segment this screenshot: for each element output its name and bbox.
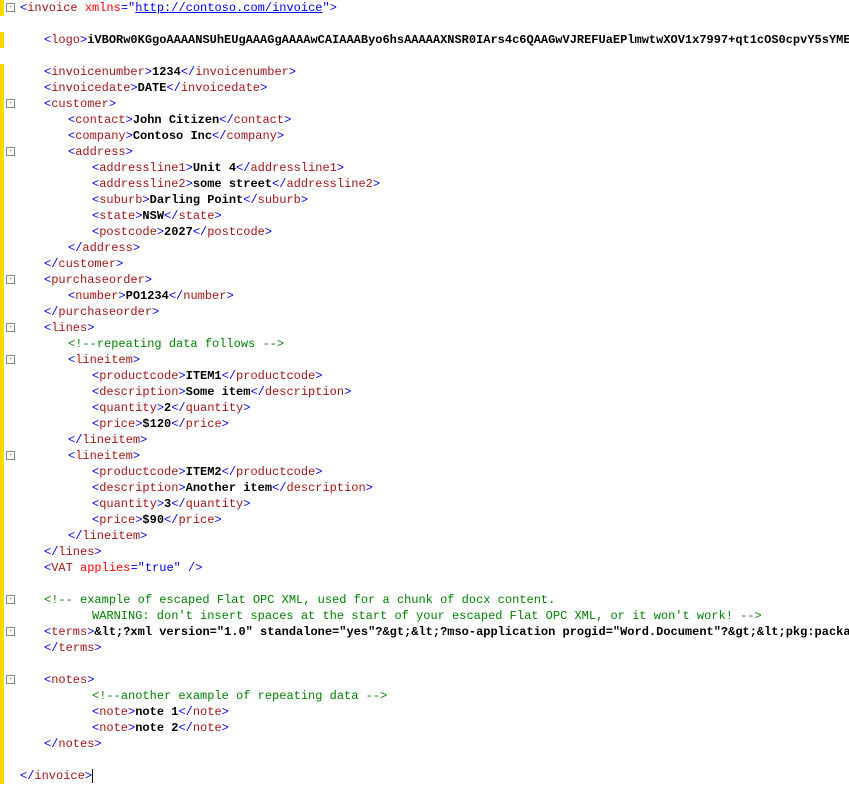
code-line[interactable]: </invoice> bbox=[20, 768, 849, 784]
code-line[interactable]: <contact>John Citizen</contact> bbox=[20, 112, 849, 128]
code-line[interactable]: </notes> bbox=[20, 736, 849, 752]
code-line[interactable]: -<!-- example of escaped Flat OPC XML, u… bbox=[20, 592, 849, 608]
xml-editor[interactable]: -<invoice xmlns="http://contoso.com/invo… bbox=[0, 0, 849, 791]
code-line[interactable]: <price>$90</price> bbox=[20, 512, 849, 528]
code-line[interactable]: <productcode>ITEM2</productcode> bbox=[20, 464, 849, 480]
fold-toggle[interactable]: - bbox=[6, 355, 15, 364]
code-line[interactable]: <note>note 2</note> bbox=[20, 720, 849, 736]
code-line[interactable]: <postcode>2027</postcode> bbox=[20, 224, 849, 240]
fold-toggle[interactable]: - bbox=[6, 323, 15, 332]
code-line[interactable]: -<lines> bbox=[20, 320, 849, 336]
code-line[interactable]: -<address> bbox=[20, 144, 849, 160]
code-line[interactable]: -<lineitem> bbox=[20, 352, 849, 368]
code-line[interactable]: <quantity>2</quantity> bbox=[20, 400, 849, 416]
code-line[interactable]: <quantity>3</quantity> bbox=[20, 496, 849, 512]
code-line[interactable]: </lines> bbox=[20, 544, 849, 560]
code-line[interactable]: WARNING: don't insert spaces at the star… bbox=[20, 608, 849, 624]
fold-toggle[interactable]: - bbox=[6, 675, 15, 684]
code-line[interactable]: <addressline2>some street</addressline2> bbox=[20, 176, 849, 192]
code-line[interactable]: <addressline1>Unit 4</addressline1> bbox=[20, 160, 849, 176]
fold-toggle[interactable]: - bbox=[6, 451, 15, 460]
code-line[interactable]: -<lineitem> bbox=[20, 448, 849, 464]
code-line[interactable]: </purchaseorder> bbox=[20, 304, 849, 320]
code-line[interactable]: <state>NSW</state> bbox=[20, 208, 849, 224]
code-line[interactable]: -<customer> bbox=[20, 96, 849, 112]
change-marker bbox=[0, 272, 4, 608]
change-marker bbox=[0, 688, 4, 784]
fold-toggle[interactable]: - bbox=[6, 147, 15, 156]
fold-toggle[interactable]: - bbox=[6, 595, 15, 604]
terms-value: &lt;?xml version="1.0" standalone="yes"?… bbox=[94, 625, 849, 639]
code-line[interactable]: -<notes> bbox=[20, 672, 849, 688]
code-line[interactable]: <!--repeating data follows --> bbox=[20, 336, 849, 352]
fold-toggle[interactable]: - bbox=[6, 99, 15, 108]
code-line[interactable]: </lineitem> bbox=[20, 528, 849, 544]
code-line[interactable]: </customer> bbox=[20, 256, 849, 272]
code-line[interactable]: <!--another example of repeating data --… bbox=[20, 688, 849, 704]
code-line[interactable]: </address> bbox=[20, 240, 849, 256]
code-line[interactable]: -<purchaseorder> bbox=[20, 272, 849, 288]
code-line[interactable]: <logo>iVBORw0KGgoAAAANSUhEUgAAAGgAAAAwCA… bbox=[20, 32, 849, 48]
code-line[interactable]: <invoicedate>DATE</invoicedate> bbox=[20, 80, 849, 96]
change-marker bbox=[0, 64, 4, 272]
code-line[interactable]: <invoicenumber>1234</invoicenumber> bbox=[20, 64, 849, 80]
code-line[interactable]: <description>Some item</description> bbox=[20, 384, 849, 400]
code-line[interactable]: <VAT applies="true" /> bbox=[20, 560, 849, 576]
code-line[interactable]: <note>note 1</note> bbox=[20, 704, 849, 720]
code-line[interactable]: </terms> bbox=[20, 640, 849, 656]
code-line[interactable]: <description>Another item</description> bbox=[20, 480, 849, 496]
fold-toggle[interactable]: - bbox=[6, 3, 15, 12]
gutter bbox=[0, 0, 20, 791]
change-marker bbox=[0, 32, 4, 48]
code-line[interactable]: <company>Contoso Inc</company> bbox=[20, 128, 849, 144]
code-line[interactable]: <productcode>ITEM1</productcode> bbox=[20, 368, 849, 384]
logo-value: iVBORw0KGgoAAAANSUhEUgAAAGgAAAAwCAIAAABy… bbox=[87, 33, 849, 47]
code-line[interactable]: -<invoice xmlns="http://contoso.com/invo… bbox=[20, 0, 849, 16]
xmlns-url[interactable]: http://contoso.com/invoice bbox=[135, 1, 322, 15]
change-marker bbox=[0, 608, 4, 688]
code-line[interactable]: -<terms>&lt;?xml version="1.0" standalon… bbox=[20, 624, 849, 640]
code-line[interactable]: <price>$120</price> bbox=[20, 416, 849, 432]
code-line[interactable]: <suburb>Darling Point</suburb> bbox=[20, 192, 849, 208]
fold-toggle[interactable]: - bbox=[6, 627, 15, 636]
code-line[interactable]: </lineitem> bbox=[20, 432, 849, 448]
fold-toggle[interactable]: - bbox=[6, 275, 15, 284]
text-cursor bbox=[92, 769, 93, 783]
code-area[interactable]: -<invoice xmlns="http://contoso.com/invo… bbox=[20, 0, 849, 791]
code-line[interactable]: <number>PO1234</number> bbox=[20, 288, 849, 304]
change-marker bbox=[0, 0, 4, 16]
